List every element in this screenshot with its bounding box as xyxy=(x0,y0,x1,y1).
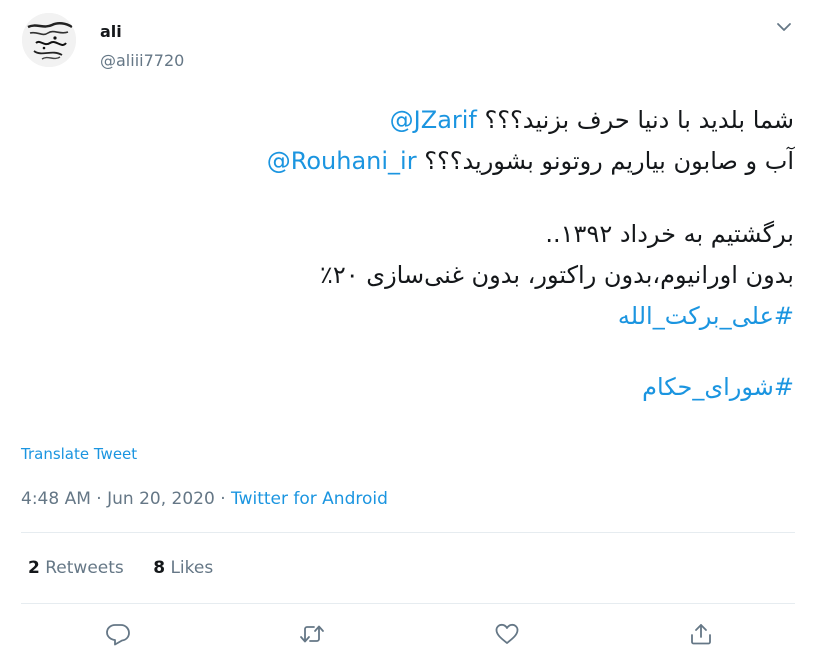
tweet-line: آب و صابون بیاریم روتونو بشورید؟؟؟ @Rouh… xyxy=(100,141,794,182)
tweet-time[interactable]: 4:48 AM xyxy=(21,489,91,509)
meta-separator: · xyxy=(96,489,102,509)
hashtag-link[interactable]: #شورای_حکام xyxy=(642,373,794,401)
heart-icon[interactable] xyxy=(494,622,520,646)
mention-link[interactable]: @JZarif xyxy=(390,106,477,134)
tweet-text: شما بلدید با دنیا حرف بزنید؟؟؟ @JZarif آ… xyxy=(100,100,794,408)
tweet-line: بدون اورانیوم،بدون راکتور، بدون غنی‌سازی… xyxy=(320,261,794,289)
tweet-line-text: آب و صابون بیاریم روتونو بشورید؟؟؟ xyxy=(416,147,794,175)
likes-count: 8 xyxy=(153,558,166,578)
meta-separator: · xyxy=(220,489,226,509)
author-handle[interactable]: @aliii7720 xyxy=(100,51,184,70)
translate-tweet-link[interactable]: Translate Tweet xyxy=(21,445,137,463)
tweet-line: برگشتیم به خرداد ۱۳۹۲.. xyxy=(545,220,794,248)
retweets-label: Retweets xyxy=(45,558,124,578)
tweet-meta: 4:48 AM · Jun 20, 2020 · Twitter for And… xyxy=(21,489,388,509)
retweets-count: 2 xyxy=(28,558,40,578)
tweet-stats: 2 Retweets 8 Likes xyxy=(28,558,213,578)
hashtag-link[interactable]: #علی_برکت_الله xyxy=(618,302,794,330)
chevron-down-icon[interactable] xyxy=(776,21,792,33)
tweet-line: شما بلدید با دنیا حرف بزنید؟؟؟ @JZarif xyxy=(100,100,794,141)
tweet-date[interactable]: Jun 20, 2020 xyxy=(107,489,215,509)
divider xyxy=(21,532,795,533)
mention-link[interactable]: @Rouhani_ir xyxy=(267,147,417,175)
divider xyxy=(21,603,795,604)
retweets-stat[interactable]: 2 Retweets xyxy=(28,558,124,578)
likes-stat[interactable]: 8 Likes xyxy=(153,558,213,578)
share-icon[interactable] xyxy=(688,622,714,646)
likes-label: Likes xyxy=(170,558,214,578)
avatar[interactable] xyxy=(22,13,76,67)
reply-icon[interactable] xyxy=(105,622,131,646)
retweet-icon[interactable] xyxy=(299,622,325,646)
tweet-source-link[interactable]: Twitter for Android xyxy=(231,489,388,509)
author-name[interactable]: ali xyxy=(100,22,122,41)
calligraphy-avatar-icon xyxy=(22,13,76,67)
tweet-line-text: شما بلدید با دنیا حرف بزنید؟؟؟ xyxy=(476,106,794,134)
